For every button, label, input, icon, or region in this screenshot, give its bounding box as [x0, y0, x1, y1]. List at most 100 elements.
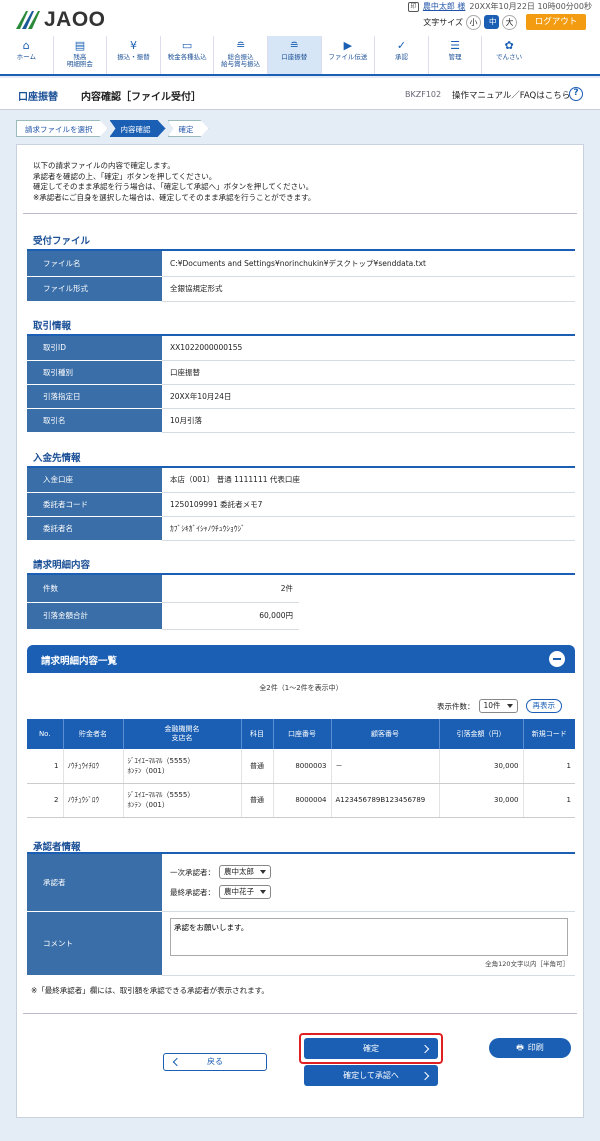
- comment-limit: 全角120文字以内［半角可］: [485, 960, 569, 968]
- col-header: 引落金額（円）: [439, 719, 524, 749]
- settings-icon: ✿: [504, 39, 514, 52]
- cell-customer: －: [331, 749, 440, 784]
- approver-fields: 一次承認者： 農中太郎 最終承認者： 農中花子: [162, 854, 575, 912]
- global-nav: ⌂ ホーム ▤ 残高 明細照会 ¥ 振込・振替 ▭ 税金各種払込 ≘ 総合振込 給与賞与振…: [0, 36, 600, 76]
- nav-densai[interactable]: ✿ でんさい: [482, 36, 536, 74]
- confirm-approve-button[interactable]: 確定して承認へ: [304, 1065, 438, 1086]
- nav-label: 税金各種払込: [167, 53, 207, 61]
- row-value: 口座振替: [162, 360, 575, 385]
- intro-line: 確定してそのまま承認を行う場合は、「確定して承認へ」ボタンを押してください。: [33, 182, 314, 191]
- nav-account-transfer[interactable]: ≘ 口座振替: [267, 36, 322, 74]
- print-icon: 🖶: [516, 1043, 524, 1052]
- approver-section-title: 承認者情報: [33, 842, 81, 853]
- payee-section-title: 入金先情報: [33, 453, 81, 464]
- divider: [23, 213, 577, 214]
- nav-balance[interactable]: ▤ 残高 明細照会: [54, 36, 108, 74]
- font-size-label: 文字サイズ: [423, 17, 463, 27]
- table-row: コメント 承認をお願いします。 全角120文字以内［半角可］: [27, 911, 575, 976]
- nav-label: ホーム: [16, 53, 36, 61]
- list-section-title: 請求明細内容一覧: [41, 656, 118, 667]
- font-size-large-button[interactable]: 大: [502, 14, 517, 30]
- col-header: 科目: [241, 719, 274, 749]
- per-page-select[interactable]: 10件: [478, 699, 518, 713]
- cell-amount: 30,000: [439, 749, 524, 784]
- table-row: 委託者名 ｶﾌﾞｼｷｶﾞｲｼｬﾉｳﾁｭｳｼｮｳｼﾞ: [27, 516, 575, 541]
- cell-bank: ｼﾞｴｲｴｰﾏﾙﾏﾙ（5555） ﾎﾝﾃﾝ（001）: [123, 783, 242, 818]
- font-size-medium-button[interactable]: 中: [484, 15, 499, 29]
- chevron-down-icon: [260, 890, 266, 895]
- user-stamp-icon: 印: [407, 1, 419, 12]
- row-label: 承認者: [27, 854, 162, 912]
- row-value: XX1022000000155: [162, 336, 575, 361]
- row-value: 10月引落: [162, 408, 575, 433]
- login-datetime: 20XX年10月22日 10時00分00秒: [469, 2, 592, 11]
- table-row: 1 ﾉｳﾁｭｳｲﾁﾛｳ ｼﾞｴｲｴｰﾏﾙﾏﾙ（5555） ﾎﾝﾃﾝ（001） 普通…: [27, 749, 575, 784]
- comment-textarea[interactable]: 承認をお願いします。: [170, 918, 568, 956]
- first-approver-select[interactable]: 農中太郎: [219, 865, 271, 880]
- row-label: ファイル名: [27, 251, 162, 277]
- nav-approval[interactable]: ✓ 承認: [375, 36, 429, 74]
- cell-bank: ｼﾞｴｲｴｰﾏﾙﾏﾙ（5555） ﾎﾝﾃﾝ（001）: [123, 749, 242, 784]
- final-approver-select[interactable]: 農中花子: [219, 885, 271, 900]
- table-row: 件数 2件: [27, 575, 299, 603]
- table-row: 2 ﾉｳﾁｭｳｼﾞﾛｳ ｼﾞｴｲｴｰﾏﾙﾏﾙ（5555） ﾎﾝﾃﾝ（001） 普通…: [27, 783, 575, 818]
- per-page-label: 表示件数：: [437, 701, 475, 711]
- detail-table: 件数 2件 引落金額合計 60,000円: [27, 575, 299, 630]
- nav-home[interactable]: ⌂ ホーム: [0, 36, 54, 74]
- row-label: ファイル形式: [27, 276, 162, 302]
- logout-button[interactable]: ログアウト: [526, 14, 586, 30]
- top-header: JAOO 印 農中太郎 様 20XX年10月22日 10時00分00秒 文字サイ…: [0, 0, 600, 36]
- main-card: 以下の請求ファイルの内容で確定します。 承認者を確認の上、「確定」ボタンを押して…: [16, 144, 584, 1118]
- collapse-icon[interactable]: [549, 651, 565, 667]
- txn-section-title: 取引情報: [33, 321, 72, 332]
- confirm-button[interactable]: 確定: [304, 1038, 438, 1059]
- font-size-small-button[interactable]: 小: [466, 14, 481, 30]
- table-row: ファイル名 C:¥Documents and Settings¥norinchuk…: [27, 251, 575, 277]
- first-approver-label: 一次承認者：: [170, 867, 215, 877]
- nav-tax[interactable]: ▭ 税金各種払込: [161, 36, 215, 74]
- file-table: ファイル名 C:¥Documents and Settings¥norinchuk…: [27, 251, 575, 302]
- final-approver-row: 最終承認者： 農中花子: [170, 882, 575, 902]
- row-label: 委託者名: [27, 516, 162, 541]
- nav-transfer[interactable]: ¥ 振込・振替: [107, 36, 161, 74]
- user-info: 印 農中太郎 様 20XX年10月22日 10時00分00秒: [407, 1, 592, 12]
- nav-admin[interactable]: ☰ 管理: [429, 36, 483, 74]
- bank-name: ｼﾞｴｲｴｰﾏﾙﾏﾙ（5555）: [127, 756, 195, 765]
- row-label: 取引ID: [27, 336, 162, 361]
- table-header-row: No. 貯金者名 金融機関名 支店名 科目 口座番号 顧客番号 引落金額（円） …: [27, 719, 575, 749]
- redisplay-button[interactable]: 再表示: [525, 699, 563, 713]
- col-header: 貯金者名: [63, 719, 124, 749]
- file-transfer-icon: ▶: [343, 39, 353, 52]
- step-select-file: 請求ファイルを選択: [16, 120, 108, 137]
- back-button[interactable]: 戻る: [163, 1053, 267, 1071]
- coins-icon: ≘: [289, 39, 299, 52]
- admin-icon: ☰: [450, 39, 460, 52]
- help-icon[interactable]: ?: [569, 87, 583, 101]
- row-label: 取引種別: [27, 360, 162, 385]
- section-title: 口座振替: [18, 92, 58, 103]
- cell-account: 8000003: [273, 749, 332, 784]
- nav-bulk-transfer[interactable]: ≘ 総合振込 給与賞与振込: [214, 36, 268, 74]
- table-row: 引落指定日 20XX年10月24日: [27, 384, 575, 409]
- user-name-link[interactable]: 農中太郎 様: [423, 1, 466, 12]
- table-row: 入金口座 本店（001） 普通 1111111 代表口座: [27, 468, 575, 493]
- row-label: 引落金額合計: [27, 602, 162, 630]
- intro-line: ※承認者にご自身を選択した場合は、確定してそのまま承認を行うことができます。: [33, 192, 316, 202]
- cell-name: ﾉｳﾁｭｳｲﾁﾛｳ: [63, 749, 124, 784]
- nav-file-transfer[interactable]: ▶ ファイル伝送: [322, 36, 376, 74]
- txn-table: 取引ID XX1022000000155 取引種別 口座振替 引落指定日 20XX年1…: [27, 336, 575, 433]
- file-section-title: 受付ファイル: [33, 236, 91, 247]
- row-value: C:¥Documents and Settings¥norinchukin¥デス…: [162, 251, 575, 277]
- per-page-value: 10件: [483, 701, 501, 710]
- approver-table: 承認者 一次承認者： 農中太郎 最終承認者： 農中花子 コメント 承認をお願いします…: [27, 854, 575, 976]
- cell-code: 1: [523, 783, 575, 818]
- divider: [23, 1013, 577, 1014]
- row-label: 取引名: [27, 408, 162, 433]
- list-section-header[interactable]: 請求明細内容一覧: [27, 645, 575, 673]
- logo-text: JAOO: [44, 8, 106, 31]
- help-link[interactable]: 操作マニュアル／FAQはこちら: [452, 89, 570, 101]
- logo: JAOO: [14, 8, 106, 32]
- print-button[interactable]: 🖶 印刷: [489, 1038, 571, 1058]
- row-value: 本店（001） 普通 1111111 代表口座: [162, 468, 575, 493]
- final-approver-value: 農中花子: [224, 887, 254, 897]
